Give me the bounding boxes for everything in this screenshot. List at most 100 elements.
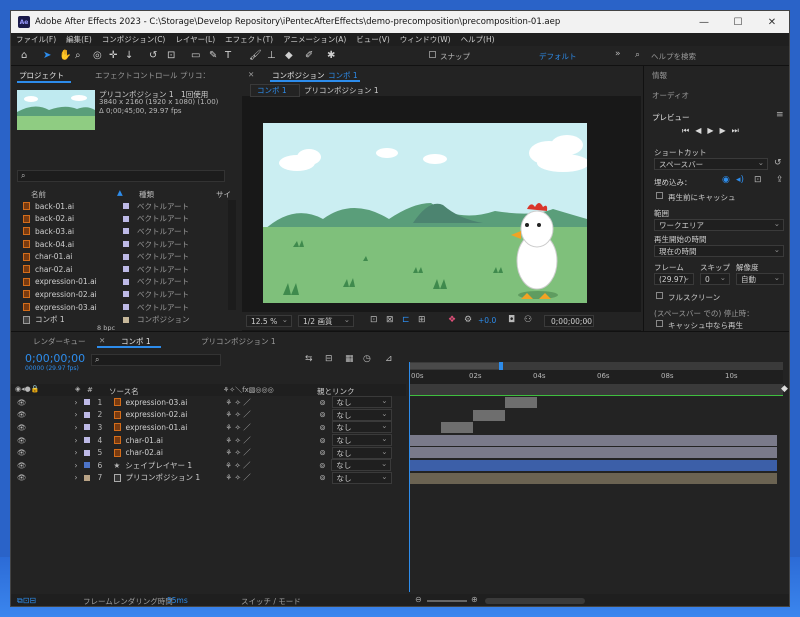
expand-icon[interactable]: › [75, 448, 78, 457]
quality-select[interactable]: 1/2 画質 [298, 314, 354, 327]
list-item[interactable]: back-03.ai ベクトルアート [11, 225, 226, 238]
breadcrumb-comp[interactable]: コンポ 1 [250, 84, 300, 97]
composition-canvas[interactable] [263, 123, 587, 303]
range-select[interactable]: ワークエリア [654, 218, 784, 231]
list-item[interactable]: expression-01.ai ベクトルアート [11, 276, 226, 289]
parent-select[interactable]: なし [331, 471, 392, 484]
menu-effect[interactable]: エフェクト(T) [220, 34, 278, 45]
cache-play-checkbox[interactable] [656, 320, 663, 329]
hand-tool-icon[interactable]: ✋ [59, 50, 71, 61]
selection-tool-icon[interactable]: ➤ [43, 50, 51, 61]
list-item[interactable]: back-01.ai ベクトルアート [11, 200, 226, 213]
audio-toggle-icon[interactable]: ◂) [736, 175, 744, 185]
expand-icon[interactable]: › [75, 410, 78, 419]
col-size[interactable]: サイ [216, 189, 231, 200]
expand-icon[interactable]: › [75, 398, 78, 407]
layer-row[interactable]: 👁 › 5 char-02.ai ⚘ ✧ ／ ⊚ なし [11, 446, 406, 459]
video-toggle-icon[interactable]: ◉ [722, 175, 730, 185]
current-time[interactable]: 0;00;00;00 [25, 352, 85, 365]
eye-icon[interactable]: 👁 [17, 398, 27, 407]
label-swatch[interactable] [83, 424, 90, 431]
reset-icon[interactable]: ↺ [774, 158, 782, 168]
list-item[interactable]: char-01.ai ベクトルアート [11, 250, 226, 263]
minimize-button[interactable]: — [687, 11, 721, 33]
expand-icon[interactable]: › [75, 423, 78, 432]
work-area-range[interactable] [409, 363, 501, 369]
export-icon[interactable]: ⇪ [776, 175, 784, 185]
type-tool-icon[interactable]: T [225, 50, 231, 61]
eye-icon[interactable]: 👁 [17, 473, 27, 482]
eye-icon[interactable]: 👁 [17, 410, 27, 419]
layer-bar-char-02[interactable] [409, 447, 777, 459]
label-sort-icon[interactable]: ▲ [117, 188, 123, 197]
parent-select[interactable]: なし [331, 446, 392, 459]
label-swatch[interactable] [83, 449, 90, 456]
time-ruler[interactable]: 00s 02s 04s 06s 08s 10s [409, 370, 783, 384]
gear-icon[interactable]: ⚙ [464, 315, 472, 325]
snap-checkbox[interactable] [429, 51, 436, 60]
workspace-more-icon[interactable]: » [615, 49, 621, 59]
playhead[interactable] [409, 362, 410, 592]
layer-row[interactable]: 👁 › 1 expression-03.ai ⚘ ✧ ／ ⊚ なし [11, 395, 406, 409]
eye-icon[interactable]: 👁 [17, 436, 27, 445]
layer-bar-expression-02[interactable] [473, 409, 505, 421]
eye-icon[interactable]: 👁 [17, 423, 27, 432]
help-search-input[interactable]: ヘルプを検索 [651, 51, 696, 62]
label-swatch[interactable] [83, 399, 90, 406]
layer-bar-char-01[interactable] [409, 434, 777, 446]
layer-switches[interactable]: ⚘ ✧ ／ [226, 422, 320, 433]
layer-row[interactable]: 👁 › 3 expression-01.ai ⚘ ✧ ／ ⊚ なし [11, 420, 406, 434]
zoom-slider[interactable] [427, 600, 467, 602]
layer-switches[interactable]: ⚘ ✧ ／ [225, 460, 319, 471]
zoom-tool-icon[interactable]: ⌕ [75, 50, 81, 61]
layer-bar-expression-03[interactable] [505, 397, 537, 408]
shy-layers-icon[interactable]: ▦ [345, 354, 354, 364]
cache-before-play-checkbox[interactable] [656, 192, 663, 201]
layer-switches[interactable]: ⚘ ✧ ／ [226, 435, 320, 446]
resolution-select[interactable]: 自動 [736, 272, 784, 285]
comp-mini-flowchart-icon[interactable]: ⇆ [305, 354, 313, 364]
frame-rate-select[interactable]: (29.97) [654, 272, 694, 285]
tab-render-queue[interactable]: レンダーキュー [33, 336, 86, 347]
puppet-tool-icon[interactable]: ✱ [327, 50, 335, 61]
orbit-camera-icon[interactable]: ◎ [93, 50, 102, 61]
menu-animation[interactable]: アニメーション(A) [278, 34, 351, 45]
parent-select[interactable]: なし [331, 420, 392, 434]
pickwhip-icon[interactable]: ⊚ [320, 473, 332, 482]
parent-select[interactable]: なし [331, 433, 392, 447]
home-icon[interactable]: ⌂ [21, 50, 27, 61]
menu-window[interactable]: ウィンドウ(W) [395, 34, 456, 45]
project-search-input[interactable]: ⌕ [17, 170, 225, 182]
layer-bar-shape[interactable] [409, 460, 777, 471]
pickwhip-icon[interactable]: ⊚ [319, 461, 331, 470]
roi-icon[interactable]: ⊏ [402, 315, 410, 325]
roto-brush-icon[interactable]: ✐ [305, 50, 313, 61]
list-item[interactable]: expression-02.ai ベクトルアート [11, 288, 226, 301]
show-snapshot-icon[interactable]: ⚇ [524, 315, 532, 325]
close-button[interactable]: ✕ [755, 11, 789, 33]
transparency-grid-icon[interactable]: ⊞ [418, 315, 426, 325]
playback-controls-icon[interactable]: ⏮◀▶▶⏭ [682, 126, 745, 136]
panel-menu-icon[interactable]: ≡ [776, 110, 784, 120]
menu-edit[interactable]: 編集(E) [61, 34, 97, 45]
pen-tool-icon[interactable]: ✎ [209, 50, 217, 61]
zoom-in-icon[interactable]: ⊕ [471, 595, 478, 604]
label-swatch[interactable] [83, 437, 90, 444]
expand-icon[interactable]: › [75, 461, 78, 470]
col-name[interactable]: 名前 [31, 189, 46, 200]
layer-switches[interactable]: ⚘ ✧ ／ [226, 472, 320, 483]
pickwhip-icon[interactable]: ⊚ [320, 448, 332, 457]
col-number[interactable]: # [87, 386, 93, 394]
list-item[interactable]: expression-03.ai ベクトルアート [11, 301, 226, 314]
shape-tool-icon[interactable]: ▭ [191, 50, 200, 61]
skip-select[interactable]: 0 [700, 272, 730, 285]
layer-row[interactable]: 👁 › 2 expression-02.ai ⚘ ✧ ／ ⊚ なし [11, 408, 406, 422]
layer-row[interactable]: 👁 › 6 ★ シェイプレイヤー 1 ⚘ ✧ ／ ⊚ なし [11, 458, 406, 472]
eye-icon[interactable]: 👁 [17, 461, 27, 470]
exposure-value[interactable]: +0.0 [478, 316, 496, 325]
clone-stamp-icon[interactable]: ⊥ [267, 50, 276, 61]
graph-editor-icon[interactable]: ⊿ [385, 354, 393, 364]
shortcut-select[interactable]: スペースバー [654, 157, 768, 170]
maximize-button[interactable]: ☐ [721, 11, 755, 33]
list-item[interactable]: char-02.ai ベクトルアート [11, 263, 226, 276]
